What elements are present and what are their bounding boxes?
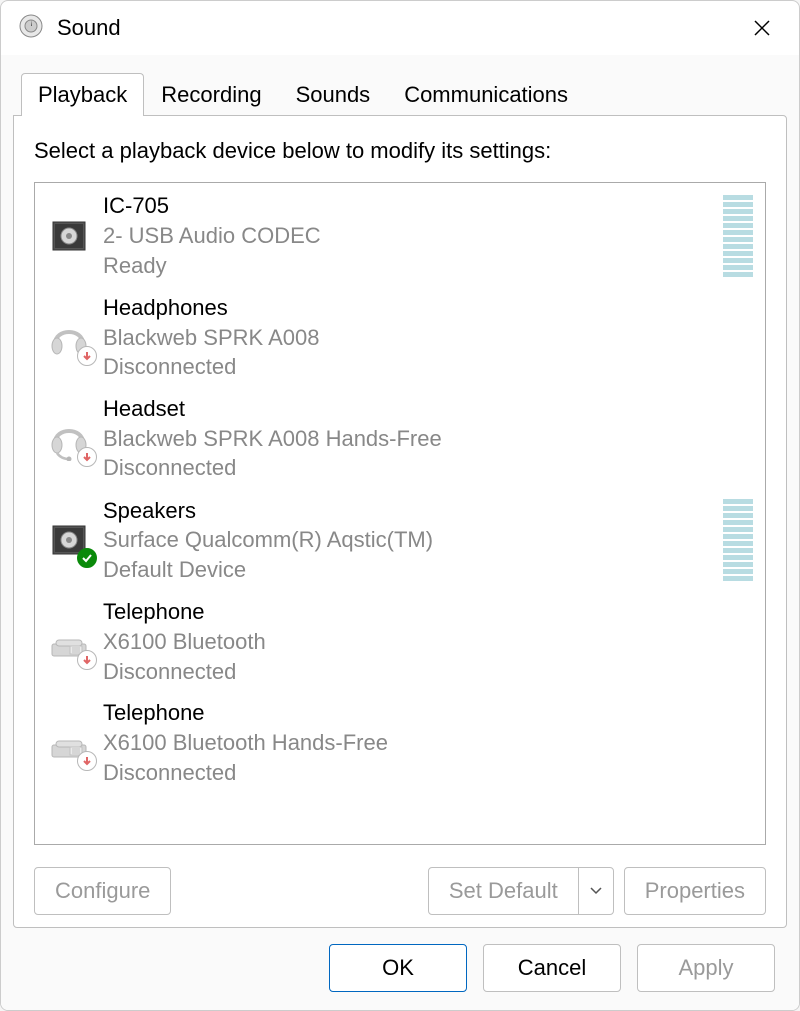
device-name: Speakers (103, 496, 723, 526)
close-button[interactable] (743, 7, 781, 50)
configure-button[interactable]: Configure (34, 867, 171, 915)
phone-icon (45, 618, 93, 666)
device-row[interactable]: HeadsetBlackweb SPRK A008 Hands-FreeDisc… (35, 388, 765, 489)
device-desc: 2- USB Audio CODEC (103, 221, 723, 251)
headset-icon (45, 415, 93, 463)
headphones-icon (45, 314, 93, 362)
ok-button[interactable]: OK (329, 944, 467, 992)
device-name: Telephone (103, 597, 757, 627)
device-name: Telephone (103, 698, 757, 728)
device-row[interactable]: HeadphonesBlackweb SPRK A008Disconnected (35, 287, 765, 388)
device-info: TelephoneX6100 BluetoothDisconnected (103, 597, 757, 686)
device-list[interactable]: IC-7052- USB Audio CODECReadyHeadphonesB… (34, 182, 766, 845)
dialog-content: PlaybackRecordingSoundsCommunications Se… (1, 55, 799, 928)
device-status: Ready (103, 251, 723, 281)
tab-recording[interactable]: Recording (144, 73, 278, 116)
set-default-label: Set Default (429, 868, 579, 914)
disconnected-arrow-icon (77, 346, 97, 366)
device-desc: X6100 Bluetooth (103, 627, 757, 657)
device-desc: Blackweb SPRK A008 (103, 323, 757, 353)
device-info: IC-7052- USB Audio CODECReady (103, 191, 723, 280)
panel-button-row: Configure Set Default Properties (34, 867, 766, 915)
device-desc: Blackweb SPRK A008 Hands-Free (103, 424, 757, 454)
device-status: Default Device (103, 555, 723, 585)
instruction-text: Select a playback device below to modify… (34, 138, 766, 164)
device-status: Disconnected (103, 758, 757, 788)
tab-playback[interactable]: Playback (21, 73, 144, 116)
disconnected-arrow-icon (77, 751, 97, 771)
device-info: TelephoneX6100 Bluetooth Hands-FreeDisco… (103, 698, 757, 787)
level-meter (723, 191, 753, 281)
properties-button[interactable]: Properties (624, 867, 766, 915)
device-row[interactable]: TelephoneX6100 Bluetooth Hands-FreeDisco… (35, 692, 765, 793)
cancel-button[interactable]: Cancel (483, 944, 621, 992)
tab-sounds[interactable]: Sounds (279, 73, 388, 116)
device-name: IC-705 (103, 191, 723, 221)
sound-icon (19, 14, 43, 43)
apply-button[interactable]: Apply (637, 944, 775, 992)
device-row[interactable]: IC-7052- USB Audio CODECReady (35, 185, 765, 287)
device-info: SpeakersSurface Qualcomm(R) Aqstic(TM)De… (103, 496, 723, 585)
set-default-button[interactable]: Set Default (428, 867, 614, 915)
disconnected-arrow-icon (77, 650, 97, 670)
device-status: Disconnected (103, 453, 757, 483)
playback-panel: Select a playback device below to modify… (13, 115, 787, 928)
default-check-icon (77, 548, 97, 568)
phone-icon (45, 719, 93, 767)
speaker-icon (45, 516, 93, 564)
device-name: Headset (103, 394, 757, 424)
chevron-down-icon[interactable] (579, 868, 613, 914)
disconnected-arrow-icon (77, 447, 97, 467)
device-desc: Surface Qualcomm(R) Aqstic(TM) (103, 525, 723, 555)
dialog-footer: OK Cancel Apply (1, 928, 799, 1010)
speaker-icon (45, 212, 93, 260)
device-status: Disconnected (103, 352, 757, 382)
level-meter (723, 495, 753, 585)
titlebar: Sound (1, 1, 799, 55)
tabbar: PlaybackRecordingSoundsCommunications (13, 55, 787, 116)
device-row[interactable]: TelephoneX6100 BluetoothDisconnected (35, 591, 765, 692)
tab-communications[interactable]: Communications (387, 73, 585, 116)
device-desc: X6100 Bluetooth Hands-Free (103, 728, 757, 758)
sound-dialog: Sound PlaybackRecordingSoundsCommunicati… (0, 0, 800, 1011)
device-row[interactable]: SpeakersSurface Qualcomm(R) Aqstic(TM)De… (35, 489, 765, 591)
device-name: Headphones (103, 293, 757, 323)
device-info: HeadsetBlackweb SPRK A008 Hands-FreeDisc… (103, 394, 757, 483)
window-title: Sound (57, 15, 121, 41)
device-status: Disconnected (103, 657, 757, 687)
device-info: HeadphonesBlackweb SPRK A008Disconnected (103, 293, 757, 382)
